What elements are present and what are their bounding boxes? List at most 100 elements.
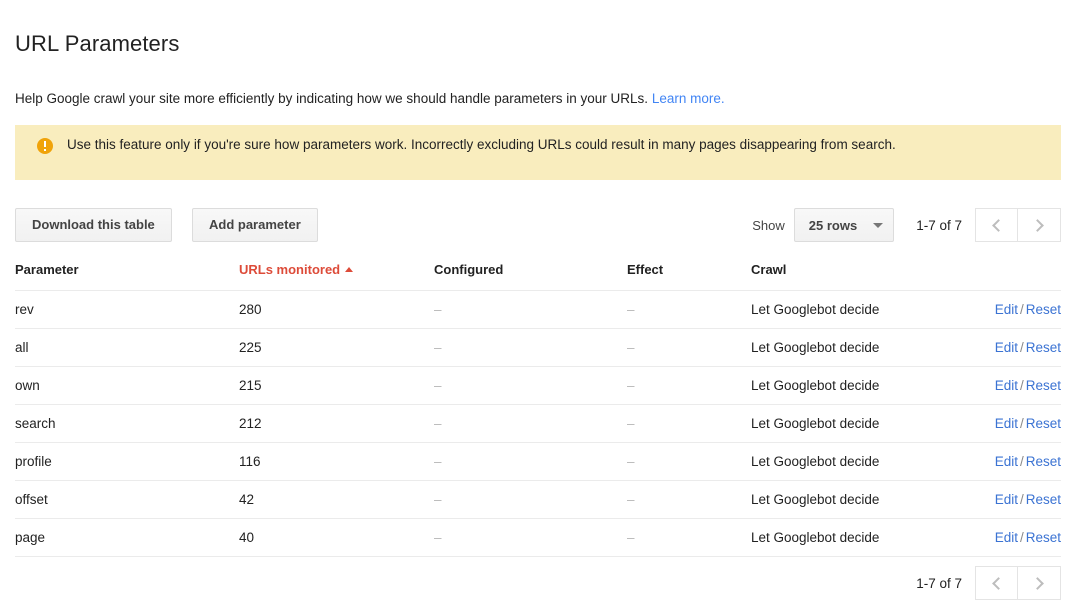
- reset-link[interactable]: Reset: [1026, 492, 1061, 507]
- top-range-label: 1-7 of 7: [916, 217, 962, 233]
- page-title: URL Parameters: [15, 30, 180, 56]
- cell-configured: –: [434, 328, 627, 367]
- column-label: URLs monitored: [239, 262, 341, 277]
- cell-configured: –: [434, 404, 627, 443]
- cell-crawl: Let Googlebot decide: [751, 290, 941, 329]
- next-page-button[interactable]: [1018, 208, 1061, 242]
- cell-configured: –: [434, 442, 627, 481]
- top-pagination: Show 25 rows 1-7 of 7: [752, 208, 1061, 242]
- cell-configured: –: [434, 480, 627, 519]
- cell-effect: –: [627, 404, 751, 443]
- reset-link[interactable]: Reset: [1026, 302, 1061, 317]
- reset-link[interactable]: Reset: [1026, 340, 1061, 355]
- chevron-down-icon: [873, 222, 884, 228]
- previous-page-button-bottom[interactable]: [975, 566, 1018, 600]
- cell-crawl: Let Googlebot decide: [751, 366, 941, 405]
- top-pager-arrows: [975, 208, 1061, 242]
- cell-configured: –: [434, 366, 627, 405]
- cell-parameter: own: [15, 366, 239, 405]
- chevron-left-icon: [991, 576, 1005, 590]
- url-parameters-table: Parameter URLs monitored Configured Effe…: [15, 262, 1061, 557]
- download-this-table-button[interactable]: Download this table: [15, 208, 172, 242]
- learn-more-link[interactable]: Learn more.: [652, 91, 725, 106]
- table-header-row: Parameter URLs monitored Configured Effe…: [15, 262, 1061, 291]
- column-header-configured[interactable]: Configured: [434, 262, 627, 291]
- show-label: Show: [752, 217, 785, 233]
- edit-link[interactable]: Edit: [995, 302, 1018, 317]
- chevron-right-icon: [1031, 218, 1044, 232]
- cell-parameter: rev: [15, 290, 239, 329]
- table-row: offset 42– – Let Googlebot decide Edit / Reset: [15, 480, 1061, 519]
- table-row: all 225– – Let Googlebot decide Edit / Reset: [15, 328, 1061, 367]
- cell-configured: –: [434, 518, 627, 557]
- reset-link[interactable]: Reset: [1026, 530, 1061, 545]
- edit-link[interactable]: Edit: [995, 340, 1018, 355]
- warning-banner: Use this feature only if you're sure how…: [15, 125, 1061, 180]
- action-separator: /: [1019, 492, 1024, 507]
- table-row: search 212– – Let Googlebot decide Edit / Rese…: [15, 404, 1061, 443]
- column-header-effect[interactable]: Effect: [627, 262, 751, 291]
- cell-actions: Edit / Reset: [941, 366, 1061, 405]
- next-page-button-bottom[interactable]: [1018, 566, 1061, 600]
- column-label: Parameter: [15, 262, 79, 277]
- reset-link[interactable]: Reset: [1026, 416, 1061, 431]
- column-label: Effect: [627, 262, 664, 277]
- cell-urls-monitored: 215: [239, 366, 434, 405]
- warning-message: Use this feature only if you're sure how…: [67, 137, 896, 152]
- url-parameters-page: URL Parameters Help Google crawl your si…: [0, 0, 1076, 616]
- action-separator: /: [1019, 416, 1024, 431]
- cell-effect: –: [627, 442, 751, 481]
- table-row: rev 280– – Let Googlebot decide Edit / Reset: [15, 290, 1061, 329]
- column-header-parameter[interactable]: Parameter: [15, 262, 239, 291]
- table-row: profile 116– – Let Googlebot decide Edit / Res…: [15, 442, 1061, 481]
- reset-link[interactable]: Reset: [1026, 454, 1061, 469]
- edit-link[interactable]: Edit: [995, 416, 1018, 431]
- cell-urls-monitored: 42: [239, 480, 434, 519]
- cell-urls-monitored: 280: [239, 290, 434, 329]
- cell-urls-monitored: 116: [239, 442, 434, 481]
- cell-actions: Edit / Reset: [941, 442, 1061, 481]
- column-header-urls-monitored[interactable]: URLs monitored: [239, 262, 434, 291]
- reset-link[interactable]: Reset: [1026, 378, 1061, 393]
- edit-link[interactable]: Edit: [995, 378, 1018, 393]
- column-label: Configured: [434, 262, 504, 277]
- cell-actions: Edit / Reset: [941, 328, 1061, 367]
- cell-parameter: all: [15, 328, 239, 367]
- cell-parameter: profile: [15, 442, 239, 481]
- chevron-right-icon: [1031, 576, 1044, 590]
- previous-page-button[interactable]: [975, 208, 1018, 242]
- cell-actions: Edit / Reset: [941, 518, 1061, 557]
- cell-effect: –: [627, 518, 751, 557]
- rows-per-page-value: 25 rows: [808, 217, 858, 233]
- table-row: page 40– – Let Googlebot decide Edit / Reset: [15, 518, 1061, 557]
- cell-actions: Edit / Reset: [941, 480, 1061, 519]
- chevron-left-icon: [991, 218, 1005, 232]
- action-separator: /: [1019, 302, 1024, 317]
- action-separator: /: [1019, 340, 1024, 355]
- column-header-crawl[interactable]: Crawl: [751, 262, 941, 291]
- cell-effect: –: [627, 290, 751, 329]
- intro-description: Help Google crawl your site more efficie…: [15, 90, 725, 108]
- cell-configured: –: [434, 290, 627, 329]
- exclamation-circle-icon: [37, 138, 53, 154]
- cell-crawl: Let Googlebot decide: [751, 442, 941, 481]
- cell-crawl: Let Googlebot decide: [751, 328, 941, 367]
- add-parameter-button[interactable]: Add parameter: [192, 208, 318, 242]
- edit-link[interactable]: Edit: [995, 454, 1018, 469]
- cell-urls-monitored: 225: [239, 328, 434, 367]
- table-toolbar: Download this table Add parameter Show 2…: [15, 208, 1061, 242]
- cell-crawl: Let Googlebot decide: [751, 518, 941, 557]
- bottom-range-label: 1-7 of 7: [916, 575, 962, 591]
- cell-actions: Edit / Reset: [941, 290, 1061, 329]
- cell-crawl: Let Googlebot decide: [751, 404, 941, 443]
- edit-link[interactable]: Edit: [995, 530, 1018, 545]
- cell-effect: –: [627, 366, 751, 405]
- intro-text: Help Google crawl your site more efficie…: [15, 91, 652, 106]
- column-header-actions: [941, 262, 1061, 291]
- action-separator: /: [1019, 378, 1024, 393]
- cell-parameter: page: [15, 518, 239, 557]
- rows-per-page-select[interactable]: 25 rows: [793, 208, 895, 242]
- edit-link[interactable]: Edit: [995, 492, 1018, 507]
- cell-parameter: search: [15, 404, 239, 443]
- cell-urls-monitored: 40: [239, 518, 434, 557]
